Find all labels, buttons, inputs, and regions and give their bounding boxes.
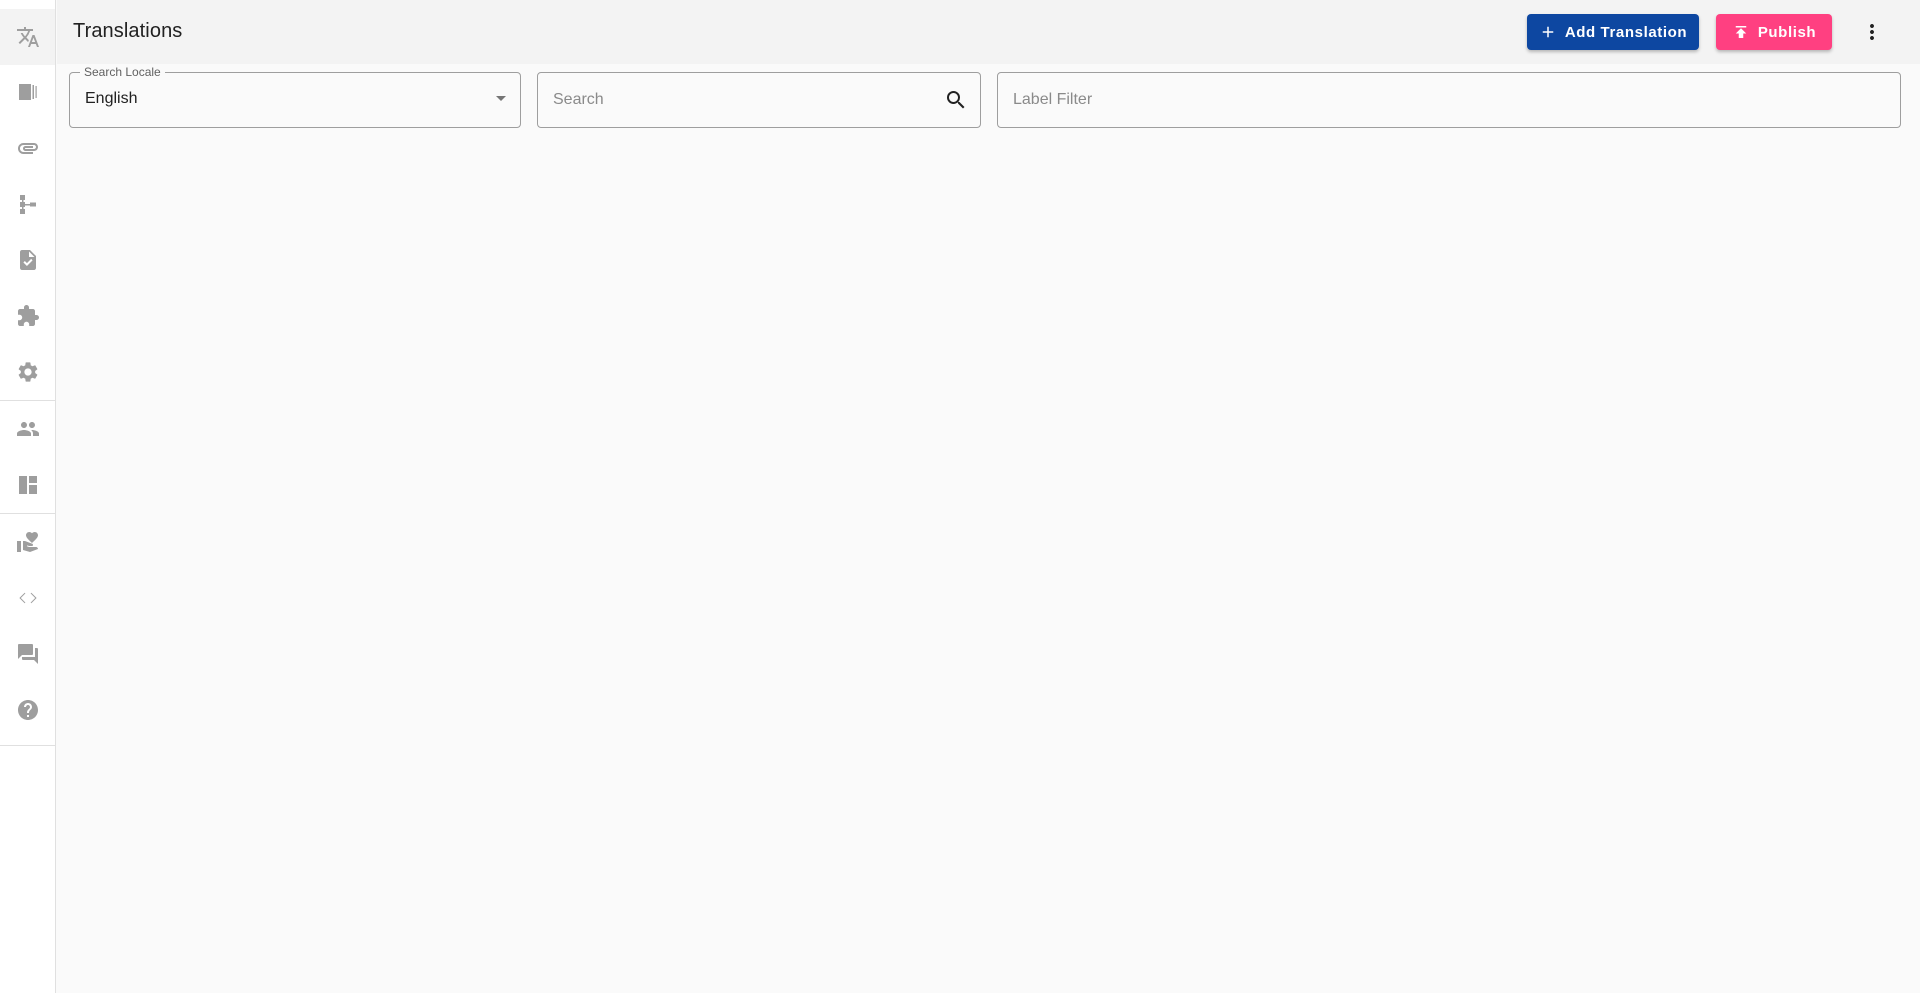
publish-icon — [1735, 26, 1747, 38]
sidebar-item-books[interactable] — [0, 64, 55, 120]
locale-select-value: English — [85, 90, 138, 107]
label-filter-field[interactable] — [997, 72, 1901, 128]
add-translation-button[interactable]: Add Translation — [1527, 14, 1699, 50]
top-bar: Translations Add Translation Publish — [57, 0, 1920, 64]
publish-label: Publish — [1757, 23, 1817, 41]
sidebar-item-dashboard[interactable] — [0, 457, 55, 513]
help-icon — [17, 700, 38, 720]
dashboard-icon — [18, 476, 37, 494]
sidebar-item-developer[interactable] — [0, 570, 55, 626]
sidebar-item-settings[interactable] — [0, 344, 55, 400]
translate-icon — [16, 27, 39, 47]
document-check-icon — [19, 250, 36, 270]
sidebar-item-extensions[interactable] — [0, 288, 55, 344]
search-icon[interactable] — [944, 88, 968, 112]
search-field[interactable] — [537, 72, 981, 128]
label-filter-input[interactable] — [1013, 73, 1885, 127]
people-icon — [16, 422, 39, 436]
hierarchy-icon — [19, 195, 36, 214]
add-translation-label: Add Translation — [1564, 23, 1688, 41]
forum-icon — [17, 644, 38, 664]
sidebar-item-support[interactable] — [0, 514, 55, 570]
sidebar-item-translations[interactable] — [0, 9, 55, 65]
puzzle-icon — [17, 305, 39, 326]
sidebar-item-feedback[interactable] — [0, 626, 55, 682]
paperclip-icon — [17, 143, 38, 154]
sidebar-divider — [0, 745, 55, 746]
search-input[interactable] — [553, 73, 925, 127]
plus-icon — [1542, 26, 1554, 38]
publish-button[interactable]: Publish — [1716, 14, 1832, 50]
sidebar-item-attachments[interactable] — [0, 120, 55, 176]
locale-select-label: Search Locale — [80, 65, 165, 79]
book-icon — [18, 84, 37, 100]
volunteer-heart-icon — [16, 532, 38, 552]
sidebar-item-users[interactable] — [0, 401, 55, 457]
dropdown-arrow-icon — [496, 96, 506, 101]
code-icon — [18, 592, 37, 604]
more-vert-icon — [1870, 24, 1874, 40]
sidebar — [0, 0, 56, 993]
gear-icon — [18, 362, 37, 382]
more-options-button[interactable] — [1854, 14, 1890, 50]
sidebar-item-hierarchy[interactable] — [0, 176, 55, 232]
page-title: Translations — [73, 20, 183, 42]
sidebar-item-help[interactable] — [0, 682, 55, 738]
locale-select[interactable]: Search Locale English — [69, 65, 521, 128]
sidebar-item-tasks[interactable] — [0, 232, 55, 288]
